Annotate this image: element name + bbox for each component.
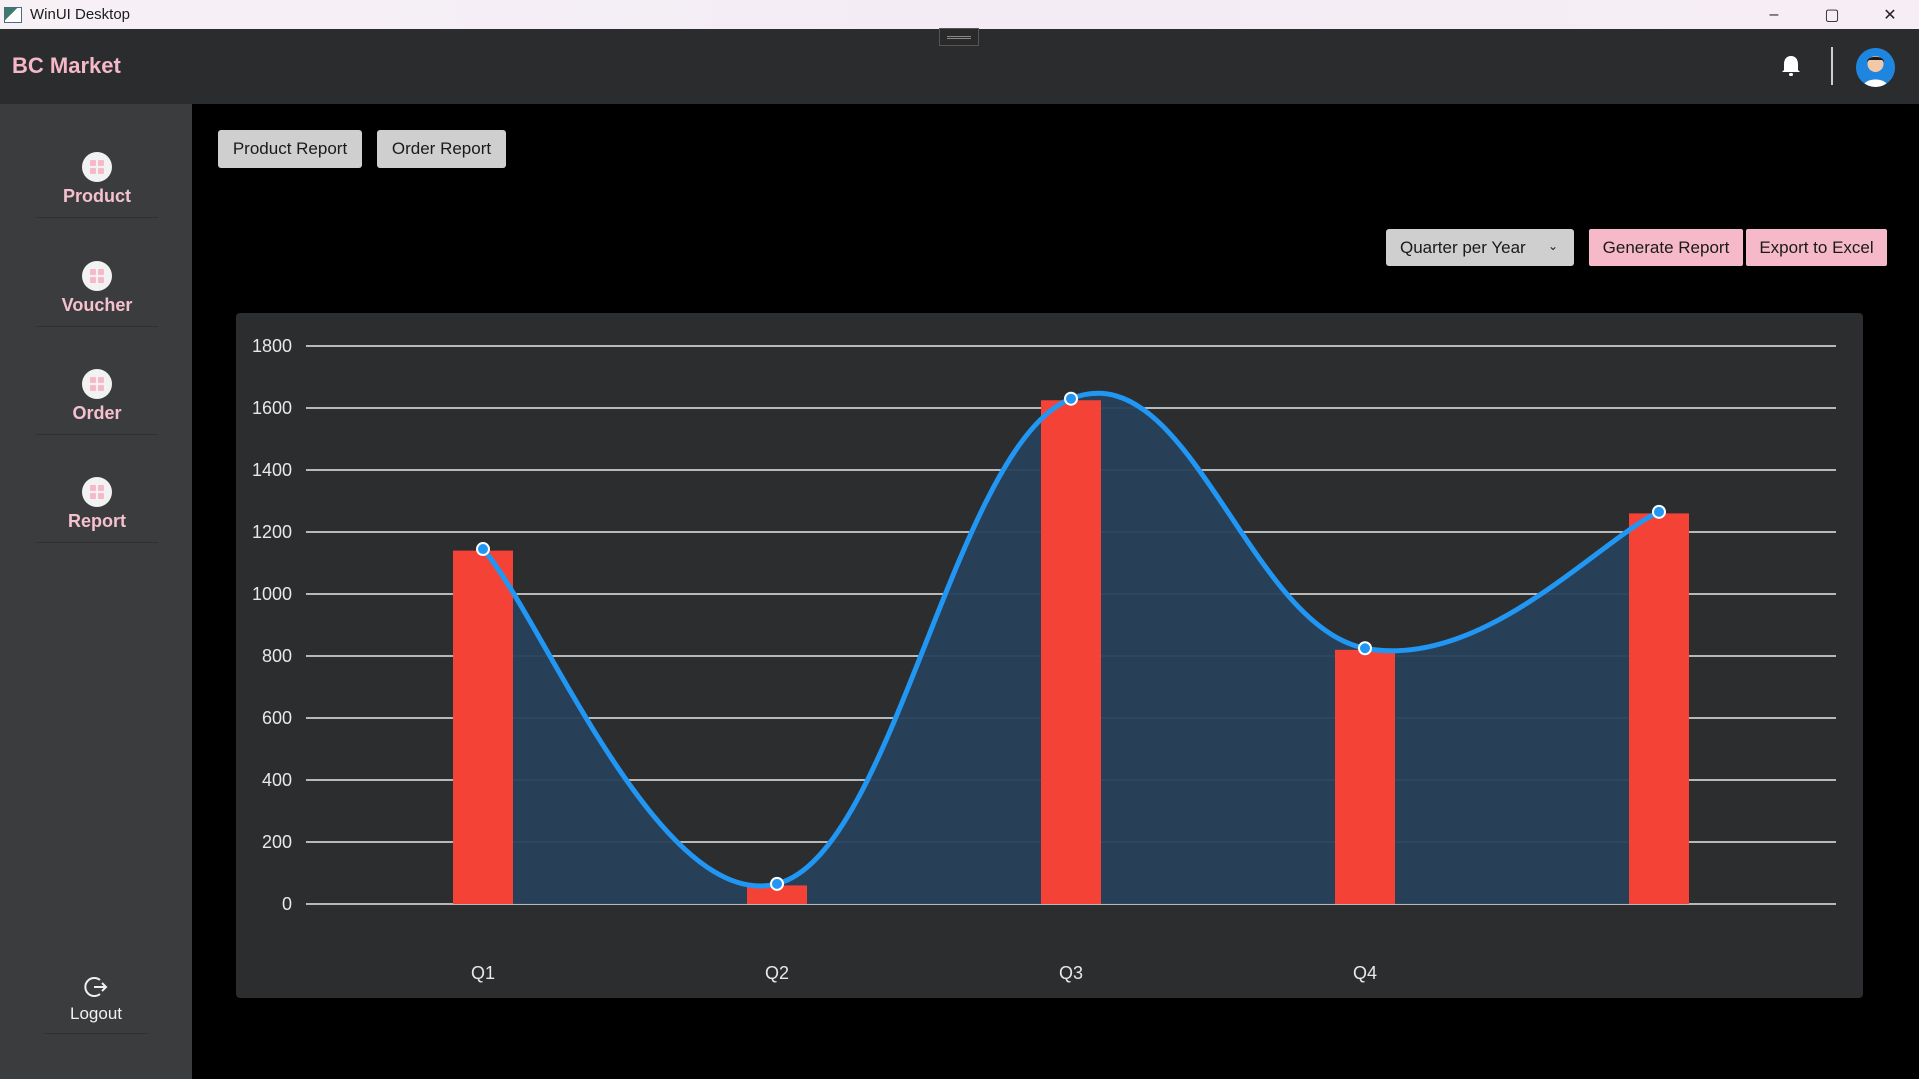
x-tick-label: Q2	[765, 963, 789, 983]
grid-icon	[82, 261, 112, 291]
minimize-button[interactable]: –	[1745, 0, 1803, 29]
chart-panel: 0 200 400 600 800 1000 1200 1400 1600 1800 Q1 Q2 Q3 Q…	[236, 313, 1863, 998]
bar	[1335, 649, 1395, 904]
period-select-value: Quarter per Year	[1400, 237, 1526, 257]
y-tick-label: 1800	[252, 336, 292, 356]
period-select[interactable]: Quarter per Year ⌄	[1386, 229, 1574, 266]
logout-label: Logout	[70, 1004, 122, 1023]
generate-report-button[interactable]: Generate Report	[1589, 229, 1743, 266]
sidebar-item-label: Order	[72, 403, 122, 423]
window-controls: – ▢ ✕	[1745, 0, 1919, 29]
app-icon	[4, 6, 22, 23]
data-point	[1358, 641, 1372, 656]
avatar[interactable]	[1856, 48, 1895, 87]
grid-icon	[82, 477, 112, 507]
product-report-button[interactable]: Product Report	[218, 130, 362, 168]
y-tick-label: 200	[262, 832, 292, 852]
data-point	[476, 542, 490, 557]
y-tick-label: 800	[262, 646, 292, 666]
y-tick-label: 1600	[252, 398, 292, 418]
y-tick-label: 0	[282, 894, 292, 914]
report-chart: 0 200 400 600 800 1000 1200 1400 1600 1800 Q1 Q2 Q3 Q…	[252, 336, 1836, 983]
brand-title: BC Market	[12, 53, 121, 78]
bar	[1041, 400, 1101, 904]
sidebar-item-label: Report	[68, 511, 126, 531]
export-excel-button[interactable]: Export to Excel	[1746, 229, 1887, 266]
y-tick-label: 1200	[252, 522, 292, 542]
y-tick-label: 400	[262, 770, 292, 790]
x-tick-label: Q4	[1353, 963, 1377, 983]
bell-icon[interactable]	[1776, 51, 1806, 81]
grid-icon	[82, 152, 112, 182]
data-point	[1064, 391, 1078, 406]
drag-handle[interactable]	[939, 28, 979, 46]
logout-button[interactable]: Logout	[44, 974, 148, 1034]
y-tick-label: 1400	[252, 460, 292, 480]
grid-icon	[82, 369, 112, 399]
y-tick-label: 1000	[252, 584, 292, 604]
sidebar-item-label: Voucher	[61, 295, 133, 315]
order-report-button[interactable]: Order Report	[377, 130, 506, 168]
sidebar-item-order[interactable]: Order	[36, 363, 158, 435]
sidebar: Product Voucher Order Report Logout	[0, 104, 192, 1079]
y-tick-label: 600	[262, 708, 292, 728]
close-button[interactable]: ✕	[1861, 0, 1919, 29]
window-titlebar: WinUI Desktop – ▢ ✕	[0, 0, 1919, 29]
data-point	[1652, 504, 1666, 519]
sidebar-item-label: Product	[62, 186, 131, 206]
chevron-down-icon: ⌄	[1547, 239, 1558, 253]
maximize-button[interactable]: ▢	[1803, 0, 1861, 29]
sidebar-item-voucher[interactable]: Voucher	[36, 255, 158, 327]
avatar-image	[1856, 48, 1895, 87]
sidebar-item-product[interactable]: Product	[36, 146, 158, 218]
sidebar-item-report[interactable]: Report	[36, 471, 158, 543]
window-title: WinUI Desktop	[30, 6, 131, 23]
header-divider	[1831, 47, 1833, 85]
x-tick-label: Q3	[1059, 963, 1083, 983]
logout-icon	[84, 977, 108, 997]
bar	[1629, 513, 1689, 904]
x-tick-label: Q1	[471, 963, 495, 983]
data-point	[770, 876, 784, 891]
bar	[453, 550, 513, 904]
